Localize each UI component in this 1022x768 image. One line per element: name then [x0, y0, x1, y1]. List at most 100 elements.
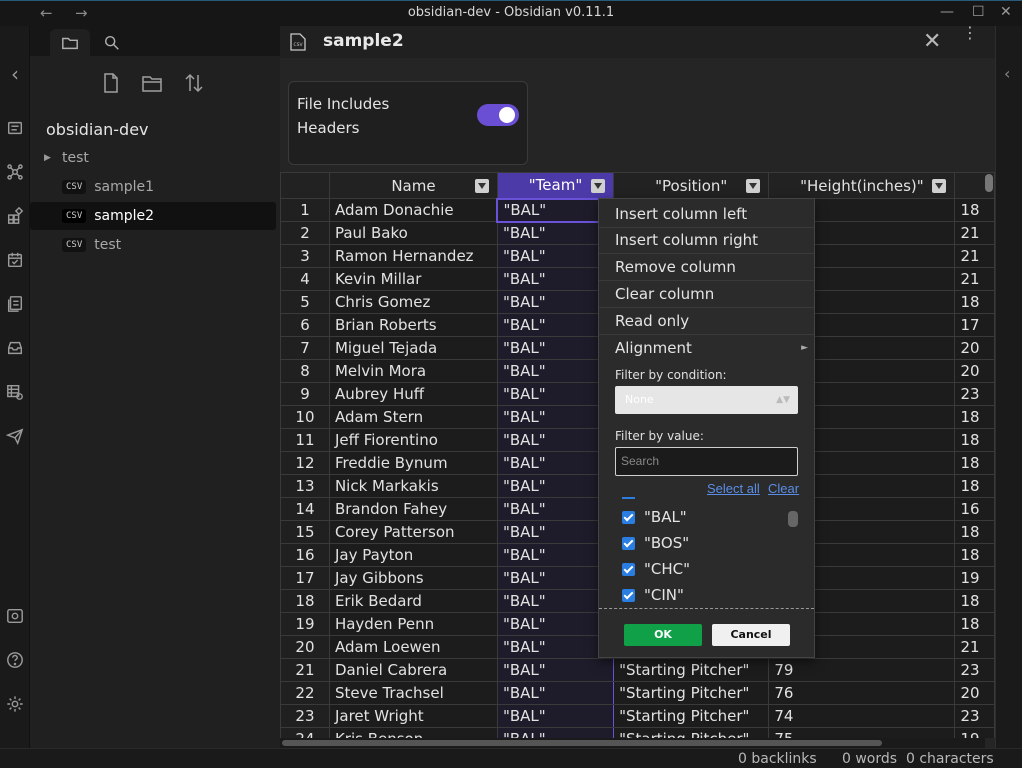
cell-team[interactable]: "BAL"	[496, 221, 615, 245]
column-menu-button[interactable]	[591, 179, 606, 193]
cell-team[interactable]: "BAL"	[496, 704, 615, 728]
row-number-cell[interactable]: 2	[280, 221, 330, 245]
menu-clear-column[interactable]: Clear column	[599, 281, 814, 308]
row-number-cell[interactable]: 6	[280, 313, 330, 337]
column-menu-button[interactable]	[746, 179, 761, 193]
tree-folder-test[interactable]: ▶ test	[30, 144, 276, 172]
row-number-cell[interactable]: 15	[280, 520, 330, 544]
cell-team[interactable]: "BAL"	[496, 405, 615, 429]
row-number-cell[interactable]: 5	[280, 290, 330, 314]
row-number-cell[interactable]: 23	[280, 704, 330, 728]
cell-team[interactable]: "BAL"	[496, 359, 615, 383]
cell-name[interactable]: Jeff Fiorentino	[328, 428, 498, 452]
column-menu-button[interactable]	[932, 179, 947, 193]
menu-remove-column[interactable]: Remove column	[599, 254, 814, 281]
cell-team[interactable]: "BAL"	[496, 681, 615, 705]
cell-team[interactable]: "BAL"	[496, 244, 615, 268]
cell-name[interactable]: Jay Payton	[328, 543, 498, 567]
row-number-cell[interactable]: 1	[280, 198, 330, 222]
cell-height[interactable]: 76	[768, 681, 956, 705]
cell-name[interactable]: Corey Patterson	[328, 520, 498, 544]
row-number-cell[interactable]: 9	[280, 382, 330, 406]
column-header-height[interactable]: "Height(inches)"	[768, 172, 956, 199]
headers-toggle-switch[interactable]	[477, 104, 519, 126]
tree-file-sample1[interactable]: CSV sample1	[30, 173, 276, 201]
cell-height[interactable]: 74	[768, 704, 956, 728]
column-menu-button[interactable]	[474, 179, 489, 193]
cell-name[interactable]: Miguel Tejada	[328, 336, 498, 360]
cell-team[interactable]: "BAL"	[496, 313, 615, 337]
cell-name[interactable]: Jay Gibbons	[328, 566, 498, 590]
cell-name[interactable]: Hayden Penn	[328, 612, 498, 636]
cell-team[interactable]: "BAL"	[496, 336, 615, 360]
cell-height[interactable]: 79	[768, 658, 956, 682]
corner-cell[interactable]	[280, 172, 330, 199]
clear-link[interactable]: Clear	[768, 481, 799, 496]
row-number-cell[interactable]: 7	[280, 336, 330, 360]
cell-name[interactable]: Kris Benson	[328, 727, 498, 738]
menu-read-only[interactable]: Read only	[599, 308, 814, 335]
cell-name[interactable]: Freddie Bynum	[328, 451, 498, 475]
row-number-cell[interactable]: 8	[280, 359, 330, 383]
row-number-cell[interactable]: 21	[280, 658, 330, 682]
collapse-sidebar-icon[interactable]: ‹	[5, 62, 25, 86]
new-note-icon[interactable]	[100, 72, 124, 96]
cell-name[interactable]: Melvin Mora	[328, 359, 498, 383]
table-horizontal-scrollbar[interactable]	[280, 738, 985, 748]
cell-team[interactable]: "BAL"	[496, 612, 615, 636]
filter-condition-select[interactable]: None ▲▼	[615, 386, 798, 414]
minimize-button[interactable]: —	[940, 4, 954, 20]
daily-note-icon[interactable]	[5, 250, 25, 270]
cell-name[interactable]: Adam Stern	[328, 405, 498, 429]
row-number-cell[interactable]: 13	[280, 474, 330, 498]
row-number-cell[interactable]: 11	[280, 428, 330, 452]
cell-team[interactable]: "BAL"	[496, 635, 615, 659]
cell-team[interactable]: "BAL"	[496, 727, 615, 738]
scroll-thumb[interactable]	[985, 174, 993, 192]
backlinks-count[interactable]: 0 backlinks	[738, 751, 817, 767]
menu-alignment[interactable]: Alignment ►	[599, 335, 814, 362]
filter-value-item[interactable]: "CIN"	[622, 586, 684, 604]
cancel-button[interactable]: Cancel	[712, 624, 790, 646]
column-header-name[interactable]: Name	[328, 172, 498, 199]
cell-position[interactable]: "Starting Pitcher"	[613, 658, 770, 682]
row-number-cell[interactable]: 3	[280, 244, 330, 268]
checkbox-checked-icon[interactable]	[622, 562, 635, 576]
checkbox-checked-icon[interactable]	[622, 510, 635, 524]
row-number-cell[interactable]: 14	[280, 497, 330, 521]
help-icon[interactable]	[5, 650, 25, 670]
cell-team[interactable]: "BAL"	[496, 474, 615, 498]
cell-team[interactable]: "BAL"	[496, 382, 615, 406]
table-vertical-scrollbar[interactable]	[985, 172, 993, 738]
scroll-thumb[interactable]	[788, 511, 798, 527]
plugins-icon[interactable]	[5, 206, 25, 226]
cell-team[interactable]: "BAL"	[496, 566, 615, 590]
checkbox-checked-icon[interactable]	[622, 588, 635, 602]
tab-search[interactable]	[92, 29, 132, 56]
cell-name[interactable]: Daniel Cabrera	[328, 658, 498, 682]
tree-file-test[interactable]: CSV test	[30, 231, 276, 259]
cell-team[interactable]: "BAL"	[496, 428, 615, 452]
cell-name[interactable]: Brandon Fahey	[328, 497, 498, 521]
cell-name[interactable]: Nick Markakis	[328, 474, 498, 498]
vault-switcher-icon[interactable]	[5, 606, 25, 626]
cell-position[interactable]: "Starting Pitcher"	[613, 704, 770, 728]
window-close-button[interactable]: ✕	[1000, 4, 1012, 20]
cell-team[interactable]: "BAL"	[496, 197, 615, 223]
value-list-scrollbar[interactable]	[788, 509, 798, 605]
cell-name[interactable]: Steve Trachsel	[328, 681, 498, 705]
cell-team[interactable]: "BAL"	[496, 497, 615, 521]
graph-view-icon[interactable]	[5, 162, 25, 182]
cell-team[interactable]: "BAL"	[496, 520, 615, 544]
row-number-cell[interactable]: 18	[280, 589, 330, 613]
table-settings-icon[interactable]	[5, 382, 25, 402]
filter-value-item[interactable]: "CHC"	[622, 560, 690, 578]
row-number-cell[interactable]: 16	[280, 543, 330, 567]
filter-value-item[interactable]: "BOS"	[622, 534, 689, 552]
menu-insert-column-right[interactable]: Insert column right	[599, 227, 814, 254]
cell-position[interactable]: "Starting Pitcher"	[613, 681, 770, 705]
cell-team[interactable]: "BAL"	[496, 543, 615, 567]
cell-team[interactable]: "BAL"	[496, 267, 615, 291]
cell-name[interactable]: Brian Roberts	[328, 313, 498, 337]
select-all-link[interactable]: Select all	[707, 481, 760, 496]
